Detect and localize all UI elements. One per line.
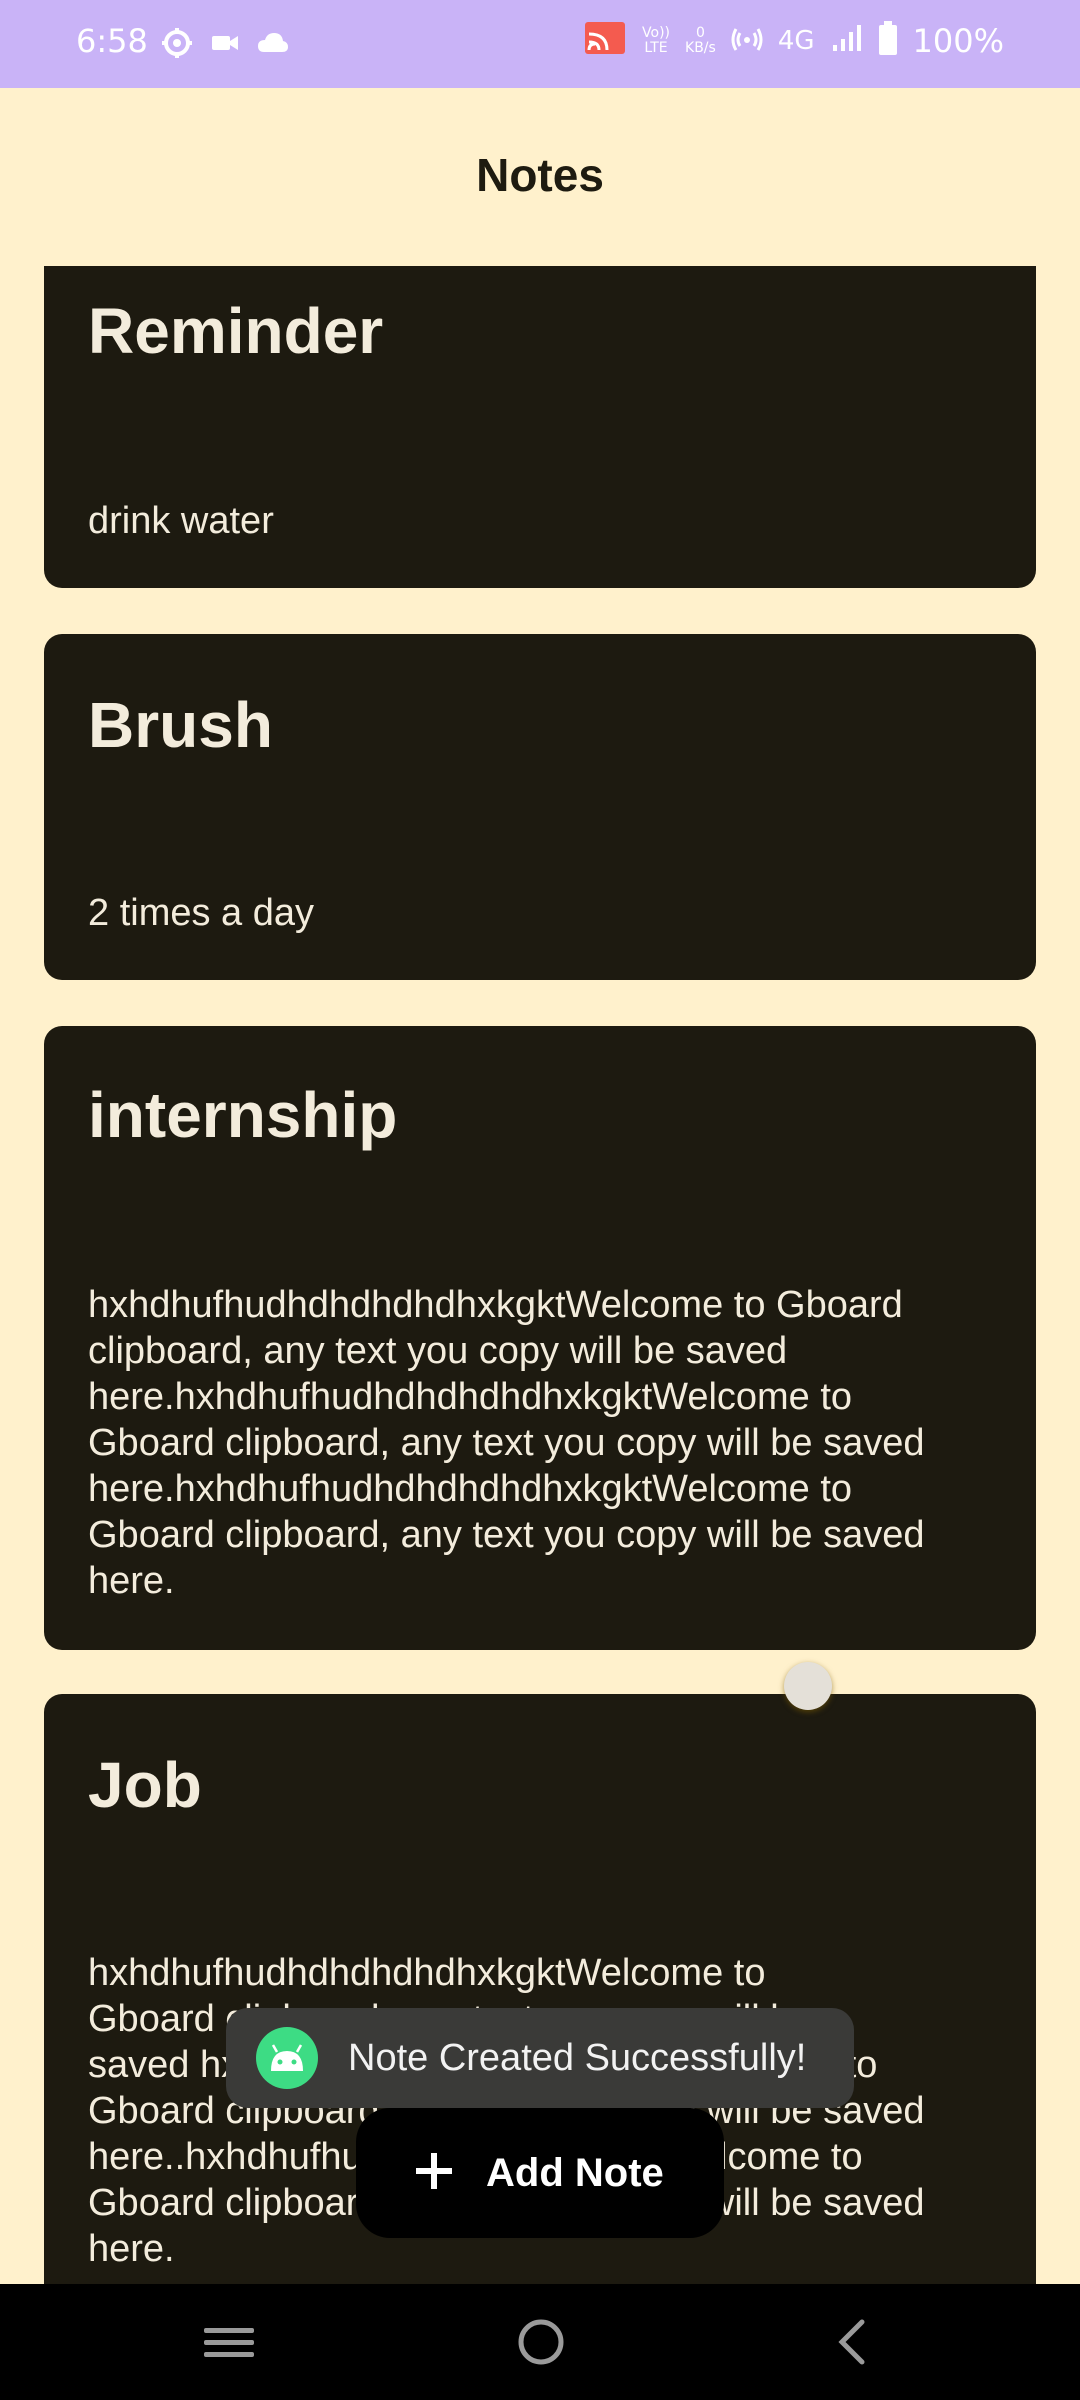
status-time: 6:58 xyxy=(76,22,148,60)
navigation-bar xyxy=(0,2284,1080,2400)
note-card[interactable]: internship hxhdhufhudhdhdhdhdhxkgktWelco… xyxy=(44,1026,1036,1650)
add-note-button[interactable]: Add Note xyxy=(356,2108,724,2238)
settings-icon xyxy=(160,26,194,65)
network-type: 4G xyxy=(777,25,815,56)
hotspot-icon xyxy=(730,21,764,60)
add-note-label: Add Note xyxy=(486,2150,664,2195)
android-icon xyxy=(256,2027,318,2089)
note-body-line: hxhdhufhudhdhdhdhdhxkgktWelcome to xyxy=(88,1952,766,1994)
note-body: hxhdhufhudhdhdhdhdhxkgktWelcome to Gboar… xyxy=(88,1284,925,1602)
status-bar: 6:58 Vo)) LTE 0 KB/s 4G 100% xyxy=(0,0,1080,88)
data-speed-value: 0 xyxy=(695,24,705,41)
video-icon xyxy=(210,26,240,65)
data-speed-unit: KB/s xyxy=(685,39,716,56)
toast-notification: Note Created Successfully! xyxy=(226,2008,854,2108)
note-body: 2 times a day xyxy=(88,892,314,934)
status-left-icons xyxy=(160,26,290,65)
note-title: Reminder xyxy=(88,295,384,367)
signal-icon xyxy=(829,21,863,60)
note-title: Brush xyxy=(88,689,273,761)
note-card[interactable]: Brush 2 times a day xyxy=(44,634,1036,980)
menu-icon[interactable] xyxy=(202,2312,256,2377)
note-card[interactable]: Reminder drink water xyxy=(44,266,1036,588)
cast-icon xyxy=(583,20,627,61)
page-title: Notes xyxy=(476,149,604,201)
note-title: Job xyxy=(88,1749,202,1821)
data-speed: 0 KB/s xyxy=(685,24,716,56)
scroll-handle[interactable] xyxy=(784,1662,832,1710)
home-icon[interactable] xyxy=(514,2312,568,2377)
volte-indicator: Vo)) LTE xyxy=(642,24,670,56)
note-body: drink water xyxy=(88,500,274,542)
note-title: internship xyxy=(88,1079,398,1151)
back-icon[interactable] xyxy=(826,2312,880,2377)
battery-icon xyxy=(877,20,899,61)
status-right-icons: Vo)) LTE 0 KB/s 4G 100% xyxy=(583,20,1004,61)
toast-message: Note Created Successfully! xyxy=(348,2036,807,2079)
plus-icon xyxy=(412,2149,456,2198)
battery-percent: 100% xyxy=(912,21,1004,60)
cloud-icon xyxy=(256,26,290,65)
